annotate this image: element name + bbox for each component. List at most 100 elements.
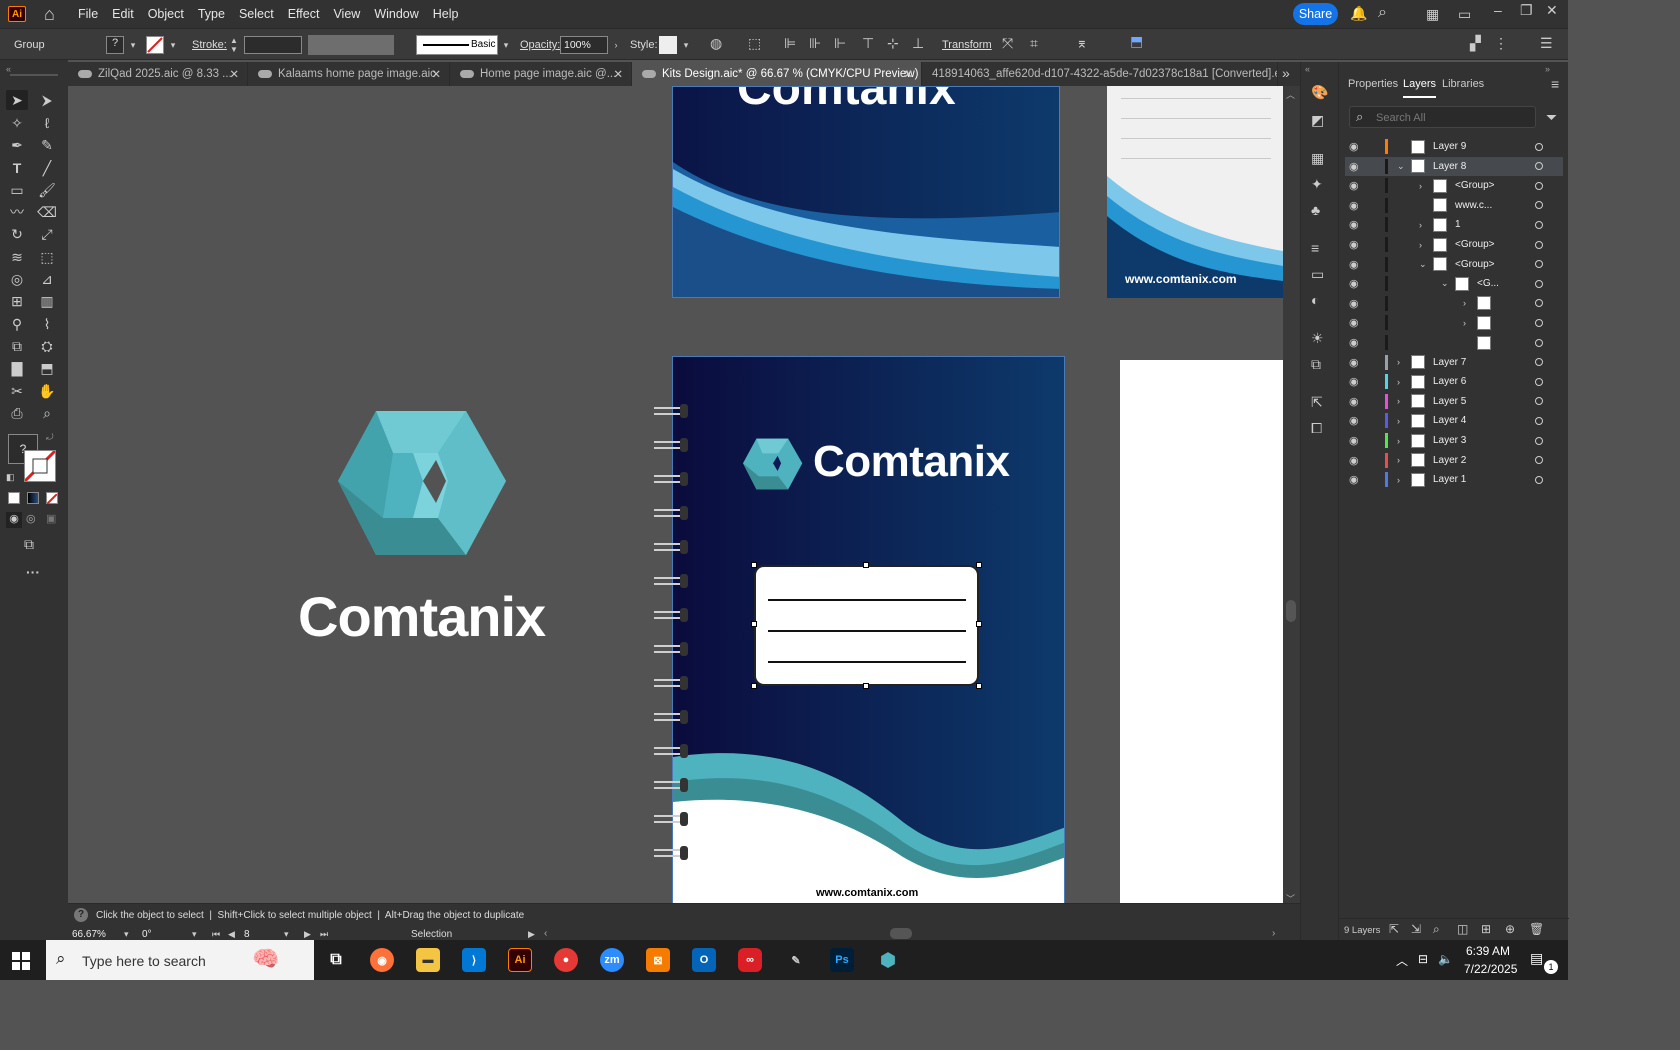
- search-icon[interactable]: ⌕: [1378, 4, 1387, 22]
- stroke-weight-input[interactable]: [244, 36, 302, 54]
- tab-kalaams[interactable]: Kalaams home page image.aic ✕: [248, 62, 450, 86]
- curvature-tool-icon[interactable]: ✎: [36, 135, 58, 155]
- illustrator-logo[interactable]: Ai: [8, 6, 26, 22]
- locate-object-icon[interactable]: ⌕: [1433, 922, 1440, 937]
- align-bottom-icon[interactable]: ⊥: [912, 35, 924, 52]
- target-circle-icon[interactable]: [1535, 181, 1543, 190]
- target-circle-icon[interactable]: [1535, 318, 1543, 327]
- close-window-icon[interactable]: ✕: [1546, 2, 1558, 19]
- selection-handle[interactable]: [751, 562, 757, 568]
- layer-row[interactable]: ◉ ›: [1345, 294, 1563, 313]
- color-panel-icon[interactable]: 🎨: [1311, 84, 1328, 101]
- arrange-icon[interactable]: ▞: [1470, 35, 1481, 52]
- blend-tool-icon[interactable]: ⧉: [6, 336, 28, 356]
- chevron-right-icon[interactable]: ›: [1463, 298, 1466, 308]
- symbol-sprayer-tool-icon[interactable]: ⛭: [36, 336, 58, 356]
- layer-name[interactable]: 1: [1455, 219, 1461, 230]
- magic-wand-tool-icon[interactable]: ✧: [6, 113, 28, 133]
- pen-app-icon[interactable]: ✎: [784, 948, 808, 972]
- vscode-icon[interactable]: ⟩: [462, 948, 486, 972]
- vertical-scrollbar[interactable]: ︿ ﹀: [1283, 86, 1300, 904]
- tab-zilqad[interactable]: ZilQad 2025.aic @ 8.33 ... ✕: [68, 62, 248, 86]
- visibility-eye-icon[interactable]: ◉: [1349, 277, 1359, 290]
- menu-type[interactable]: Type: [198, 7, 225, 21]
- recolor-artwork-icon[interactable]: ◍: [710, 35, 722, 52]
- visibility-eye-icon[interactable]: ◉: [1349, 160, 1359, 173]
- scroll-up-icon[interactable]: ︿: [1286, 88, 1295, 101]
- edit-toolbar-icon[interactable]: ···: [26, 564, 40, 580]
- xampp-icon[interactable]: ⊠: [646, 948, 670, 972]
- draw-normal-icon[interactable]: ◉: [6, 512, 22, 528]
- print-tiling-tool-icon[interactable]: ⎙: [6, 403, 28, 423]
- layer-row[interactable]: ◉ › Layer 2: [1345, 451, 1563, 470]
- collect-export-icon[interactable]: ⇱: [1389, 922, 1399, 936]
- status-menu-icon[interactable]: ▶: [528, 929, 535, 940]
- first-artboard-icon[interactable]: ⏮: [212, 929, 220, 940]
- taskbar-search-box[interactable]: ⌕ Type here to search 🧠: [46, 940, 314, 980]
- artboard-dropdown-icon[interactable]: ▾: [284, 929, 289, 940]
- target-circle-icon[interactable]: [1535, 299, 1543, 308]
- chevron-right-icon[interactable]: ›: [1397, 357, 1400, 367]
- delete-layer-icon[interactable]: 🗑: [1529, 922, 1544, 936]
- chevron-right-icon[interactable]: ›: [1419, 220, 1422, 230]
- task-view-icon[interactable]: ⧉: [324, 948, 348, 972]
- fill-dropdown-icon[interactable]: ▾: [126, 38, 140, 52]
- notebook-cover[interactable]: Comtanix www.comtanix.com: [672, 356, 1065, 903]
- target-circle-icon[interactable]: [1535, 475, 1543, 484]
- business-card-back[interactable]: www.comtanix.com: [1107, 86, 1283, 298]
- align-right-icon[interactable]: ⊩: [834, 35, 846, 52]
- layer-row[interactable]: ◉ › Layer 6: [1345, 372, 1563, 391]
- transparency-icon[interactable]: ◐: [1311, 292, 1319, 308]
- layer-name[interactable]: <G...: [1477, 278, 1499, 289]
- layer-row[interactable]: ◉: [1345, 333, 1563, 352]
- chevron-down-icon[interactable]: ⌄: [1441, 278, 1449, 289]
- menu-object[interactable]: Object: [148, 7, 184, 21]
- visibility-eye-icon[interactable]: ◉: [1349, 336, 1359, 349]
- taskbar-time[interactable]: 6:39 AM: [1466, 944, 1510, 958]
- target-circle-icon[interactable]: [1535, 338, 1543, 347]
- restore-icon[interactable]: ❐: [1520, 2, 1533, 19]
- new-sublayer-icon[interactable]: ⊞: [1481, 922, 1491, 936]
- isolate-icon[interactable]: ⌗: [1030, 35, 1038, 52]
- chevron-right-icon[interactable]: ›: [1419, 240, 1422, 250]
- screen-mode-icon[interactable]: ⧉: [24, 536, 34, 553]
- scroll-left-icon[interactable]: ‹: [544, 928, 547, 939]
- minimize-icon[interactable]: –: [1494, 2, 1502, 18]
- target-circle-icon[interactable]: [1535, 279, 1543, 288]
- new-layer-icon[interactable]: ⊕: [1505, 922, 1515, 936]
- menu-effect[interactable]: Effect: [288, 7, 320, 21]
- tab-home-page[interactable]: Home page image.aic @... ✕: [450, 62, 632, 86]
- brushes-icon[interactable]: ✦: [1311, 176, 1323, 193]
- collapse-strip-icon[interactable]: «: [1305, 64, 1310, 74]
- selection-handle[interactable]: [863, 683, 869, 689]
- chevron-right-icon[interactable]: ›: [1419, 181, 1422, 191]
- layer-name[interactable]: www.c...: [1455, 200, 1492, 211]
- layers-search-input[interactable]: ⌕ Search All: [1349, 106, 1536, 128]
- layer-row[interactable]: ◉ ⌄ <Group>: [1345, 255, 1563, 274]
- menu-window[interactable]: Window: [374, 7, 418, 21]
- transform-link[interactable]: Transform: [942, 39, 992, 51]
- stroke-swatch[interactable]: [146, 36, 164, 54]
- taskbar-date[interactable]: 7/22/2025: [1464, 962, 1517, 976]
- layer-name[interactable]: Layer 3: [1433, 435, 1466, 446]
- brand-name-large[interactable]: Comtanix: [298, 584, 546, 649]
- visibility-eye-icon[interactable]: ◉: [1349, 140, 1359, 153]
- blank-artboard[interactable]: [1120, 360, 1283, 903]
- pen-tool-icon[interactable]: ✒: [6, 135, 28, 155]
- chevron-down-icon[interactable]: ⌄: [1419, 259, 1427, 270]
- target-circle-icon[interactable]: [1535, 220, 1543, 229]
- layer-row[interactable]: ◉ › 1: [1345, 215, 1563, 234]
- layer-name[interactable]: Layer 4: [1433, 415, 1466, 426]
- close-tab-icon[interactable]: ✕: [431, 67, 441, 81]
- swatches-icon[interactable]: ▦: [1311, 150, 1324, 167]
- help-icon[interactable]: ?: [74, 908, 88, 922]
- photoshop-icon[interactable]: Ps: [830, 948, 854, 972]
- outlook-icon[interactable]: O: [692, 948, 716, 972]
- more-tabs-icon[interactable]: »: [1282, 65, 1290, 81]
- selection-handle[interactable]: [863, 562, 869, 568]
- layer-row[interactable]: ◉ ⌄ <G...: [1345, 274, 1563, 293]
- color-mode-icon[interactable]: [8, 492, 20, 504]
- menu-view[interactable]: View: [333, 7, 360, 21]
- file-explorer-icon[interactable]: ▬: [416, 948, 440, 972]
- chevron-right-icon[interactable]: ›: [1397, 436, 1400, 446]
